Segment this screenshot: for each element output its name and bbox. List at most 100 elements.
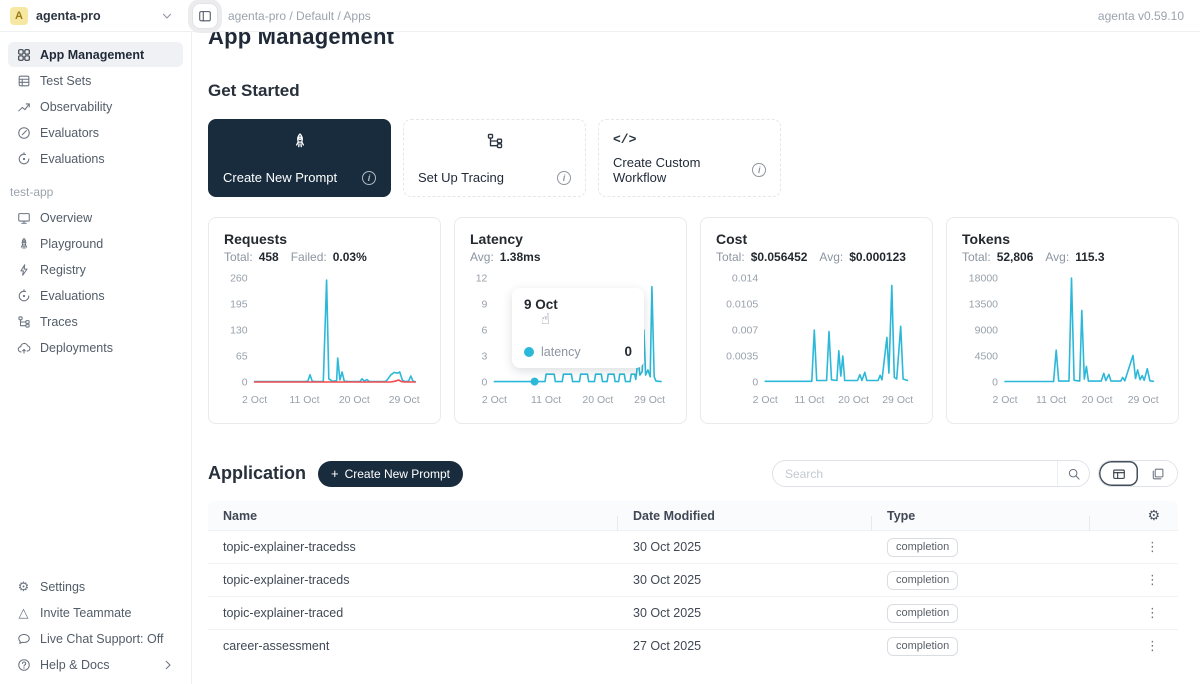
app-section-label: test-app (10, 185, 181, 199)
sidebar-item-label: Observability (40, 100, 112, 114)
grid-icon (16, 48, 31, 62)
circular-arrow-icon (16, 152, 31, 166)
table-settings-gear-icon[interactable]: ⚙ (1147, 507, 1160, 524)
app-name[interactable]: topic-explainer-traceds (208, 573, 618, 587)
workspace-avatar: A (10, 7, 28, 25)
column-header-date-modified[interactable]: Date Modified (618, 509, 872, 523)
sidebar-toggle-button[interactable] (192, 3, 218, 29)
sidebar-item-label: Help & Docs (40, 658, 109, 672)
set-up-tracing-card[interactable]: Set Up Tracing i (403, 119, 586, 197)
row-actions-menu[interactable]: ⋮ (1142, 638, 1163, 654)
monitor-icon (16, 211, 31, 225)
table-view-button[interactable] (1099, 461, 1138, 486)
app-name[interactable]: topic-explainer-tracedss (208, 540, 618, 554)
gear-icon: ⚙ (16, 580, 31, 593)
get-started-heading: Get Started (208, 81, 1178, 101)
svg-text:13500: 13500 (969, 299, 998, 311)
tree-icon (16, 315, 31, 329)
type-badge: completion (887, 538, 958, 557)
create-new-prompt-card[interactable]: Create New Prompt i (208, 119, 391, 197)
table-row[interactable]: topic-explainer-tracedss 30 Oct 2025 com… (208, 530, 1178, 563)
chat-bubble-icon (16, 632, 31, 646)
search-button[interactable] (1057, 461, 1089, 486)
cost-chart[interactable]: 0.0140.01050.0070.003502 Oct11 Oct20 Oct… (716, 270, 918, 412)
svg-text:11 Oct: 11 Oct (794, 394, 824, 406)
tokens-chart[interactable]: 18000135009000450002 Oct11 Oct20 Oct29 O… (962, 270, 1164, 412)
sidebar-item-evaluations[interactable]: Evaluations (8, 146, 183, 171)
sidebar-item-label: Deployments (40, 341, 113, 355)
topbar: A agenta-pro agenta-pro / Default / Apps… (0, 0, 1200, 32)
breadcrumb[interactable]: agenta-pro / Default / Apps (228, 9, 371, 23)
row-actions-menu[interactable]: ⋮ (1142, 572, 1163, 588)
application-heading: Application (208, 463, 306, 484)
metric-title: Tokens (962, 231, 1163, 247)
card-label: Set Up Tracing (418, 170, 504, 185)
info-icon[interactable]: i (752, 163, 766, 177)
card-view-button[interactable] (1138, 461, 1177, 486)
svg-text:0.007: 0.007 (732, 325, 758, 337)
tooltip-series: latency (541, 345, 581, 359)
sidebar-item-evaluators[interactable]: Evaluators (8, 120, 183, 145)
view-toggle (1098, 460, 1178, 487)
sidebar-item-test-sets[interactable]: Test Sets (8, 68, 183, 93)
sidebar-item-app-management[interactable]: App Management (8, 42, 183, 67)
main-content: App Management Get Started Create New Pr… (192, 0, 1200, 662)
svg-text:9: 9 (482, 299, 488, 311)
app-name[interactable]: career-assessment (208, 639, 618, 653)
table-row[interactable]: topic-explainer-traceds 30 Oct 2025 comp… (208, 563, 1178, 596)
search-input[interactable] (773, 467, 1057, 481)
latency-card: Latency Avg:1.38ms 1296302 Oct11 Oct20 O… (454, 217, 687, 424)
table-row[interactable]: topic-explainer-traced 30 Oct 2025 compl… (208, 596, 1178, 629)
sidebar-item-deployments[interactable]: Deployments (8, 335, 183, 360)
type-badge: completion (887, 571, 958, 590)
metric-stats: Total:$0.056452 Avg:$0.000123 (716, 250, 917, 264)
metric-stats: Total:458 Failed:0.03% (224, 250, 425, 264)
sidebar-item-help-docs[interactable]: Help & Docs (8, 652, 183, 677)
type-badge: completion (887, 604, 958, 623)
sidebar-item-settings[interactable]: ⚙ Settings (8, 574, 183, 599)
svg-text:11 Oct: 11 Oct (289, 394, 319, 406)
row-actions-menu[interactable]: ⋮ (1142, 539, 1163, 555)
code-icon: </> (613, 132, 766, 147)
svg-text:29 Oct: 29 Oct (1128, 394, 1159, 406)
rocket-icon (16, 237, 31, 251)
sidebar-item-registry[interactable]: Registry (8, 257, 183, 282)
sidebar-item-overview[interactable]: Overview (8, 205, 183, 230)
column-header-name[interactable]: Name (208, 509, 618, 523)
workspace-switcher[interactable]: A agenta-pro (0, 7, 184, 25)
column-header-type[interactable]: Type (872, 509, 1090, 523)
app-date: 27 Oct 2025 (618, 639, 872, 653)
svg-text:11 Oct: 11 Oct (1036, 394, 1066, 406)
invite-teammate-icon: △ (16, 606, 31, 619)
info-icon[interactable]: i (362, 171, 376, 185)
app-name[interactable]: topic-explainer-traced (208, 606, 618, 620)
cost-card: Cost Total:$0.056452 Avg:$0.000123 0.014… (700, 217, 933, 424)
create-new-prompt-button[interactable]: + Create New Prompt (318, 461, 463, 487)
card-view-icon (1151, 467, 1165, 481)
table-row[interactable]: career-assessment 27 Oct 2025 completion… (208, 629, 1178, 662)
sidebar-item-app-evaluations[interactable]: Evaluations (8, 283, 183, 308)
question-circle-icon (16, 658, 31, 672)
tree-icon (418, 132, 571, 150)
create-custom-workflow-card[interactable]: </> Create Custom Workflow i (598, 119, 781, 197)
sidebar-item-live-chat-support[interactable]: Live Chat Support: Off (8, 626, 183, 651)
svg-text:0: 0 (242, 377, 248, 389)
requests-chart[interactable]: 2601951306502 Oct11 Oct20 Oct29 Oct (224, 270, 426, 412)
sidebar-item-invite-teammate[interactable]: △ Invite Teammate (8, 600, 183, 625)
info-icon[interactable]: i (557, 171, 571, 185)
table-header: Name Date Modified Type ⚙ (208, 501, 1178, 530)
svg-text:2 Oct: 2 Oct (482, 394, 507, 406)
svg-text:65: 65 (236, 351, 248, 363)
sidebar-item-playground[interactable]: Playground (8, 231, 183, 256)
rocket-icon (223, 132, 376, 150)
plus-icon: + (331, 466, 339, 481)
requests-card: Requests Total:458 Failed:0.03% 26019513… (208, 217, 441, 424)
row-actions-menu[interactable]: ⋮ (1142, 605, 1163, 621)
svg-text:0.0035: 0.0035 (726, 351, 758, 363)
sidebar-collapse-icon (198, 9, 212, 23)
svg-text:29 Oct: 29 Oct (634, 394, 665, 406)
sidebar-item-observability[interactable]: Observability (8, 94, 183, 119)
svg-text:4500: 4500 (975, 351, 999, 363)
sidebar-item-traces[interactable]: Traces (8, 309, 183, 334)
metric-cards: Requests Total:458 Failed:0.03% 26019513… (208, 217, 1178, 424)
